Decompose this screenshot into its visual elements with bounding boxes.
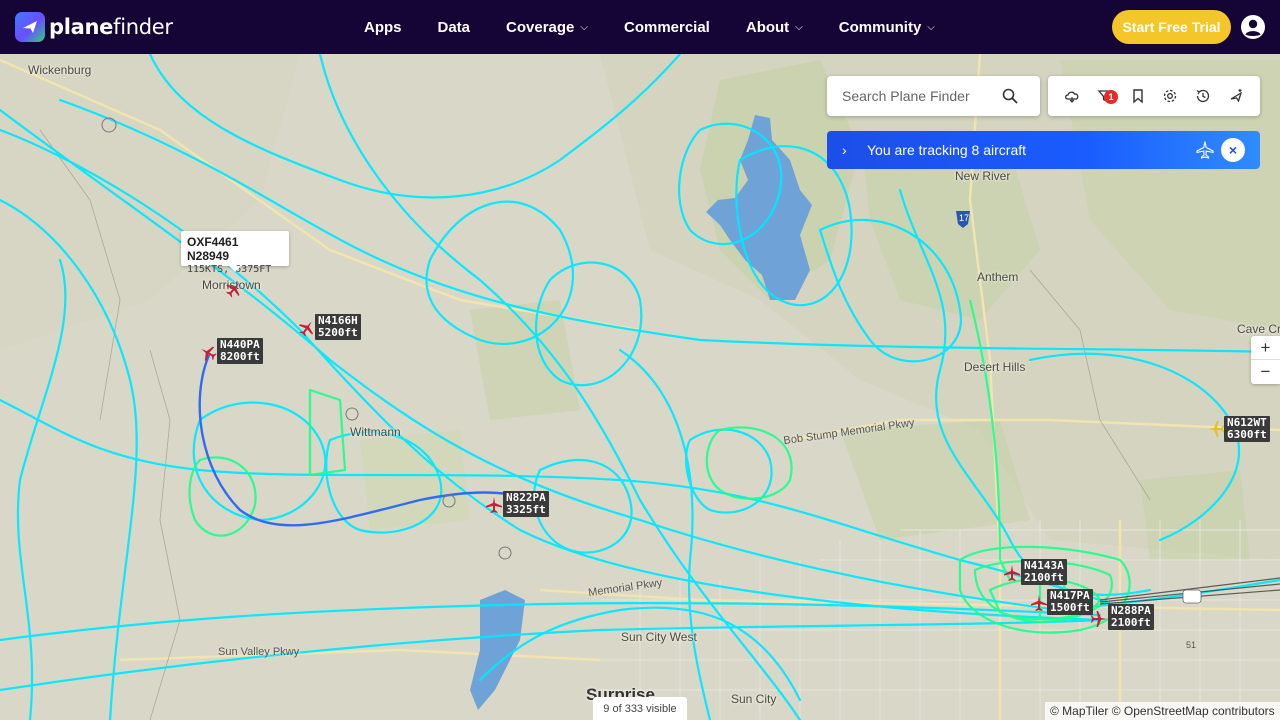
tracking-bar[interactable]: › You are tracking 8 aircraft × <box>827 131 1260 169</box>
logo-plane-icon <box>15 12 45 42</box>
aircraft-n822pa[interactable] <box>485 496 503 514</box>
flight-map[interactable]: Wickenburg Morristown Wittmann New River… <box>0 54 1280 720</box>
tooltip-title: OXF4461 N28949 <box>187 235 239 263</box>
zoom-in-button[interactable]: + <box>1251 336 1280 360</box>
aircraft-tooltip[interactable]: OXF4461 N28949 115KTS, 6375FT <box>181 231 289 275</box>
visible-count: 9 of 333 visible <box>593 697 687 720</box>
aircraft-label-n417pa[interactable]: N417PA 1500ft <box>1047 589 1093 615</box>
aircraft-label-n440pa[interactable]: N440PA 8200ft <box>217 338 263 364</box>
place-cave-creek: Cave Cre <box>1237 322 1280 336</box>
settings-icon[interactable] <box>1159 85 1181 107</box>
nav-data[interactable]: Data <box>438 19 471 36</box>
chevron-down-icon: ⌵ <box>795 21 803 33</box>
aircraft-n4143a[interactable] <box>1003 564 1021 582</box>
aircraft-label-n822pa[interactable]: N822PA 3325ft <box>503 491 549 517</box>
place-desert-hills: Desert Hills <box>964 360 1026 374</box>
aircraft-n417pa[interactable] <box>1030 594 1048 612</box>
weather-icon[interactable] <box>1061 85 1083 107</box>
aircraft-n288pa[interactable] <box>1090 610 1108 628</box>
filter-icon[interactable]: 1 <box>1094 85 1118 107</box>
highway-shield-i17: 17 <box>959 213 970 223</box>
chevron-right-icon[interactable]: › <box>842 142 854 158</box>
close-tracking-button[interactable]: × <box>1221 138 1245 162</box>
main-menu: Apps Data Coverage ⌵ Commercial About ⌵ Co… <box>346 0 953 54</box>
search-input[interactable] <box>842 88 1002 104</box>
tooltip-detail: 115KTS, 6375FT <box>187 264 272 275</box>
nav-commercial[interactable]: Commercial <box>624 19 710 36</box>
road-label-sun-valley: Sun Valley Pkwy <box>218 646 300 658</box>
place-wickenburg: Wickenburg <box>28 63 92 77</box>
map-toolbar: 1 <box>1048 76 1260 116</box>
aircraft-label-n612wt[interactable]: N612WT 6300ft <box>1224 416 1270 442</box>
chevron-down-icon: ⌵ <box>580 21 588 33</box>
tracking-text: You are tracking 8 aircraft <box>867 142 1027 158</box>
bookmark-icon[interactable] <box>1127 85 1149 107</box>
logo-wordmark: planefinder <box>49 15 173 39</box>
place-anthem: Anthem <box>977 270 1019 284</box>
nav-apps[interactable]: Apps <box>364 19 402 36</box>
search-box <box>827 76 1040 116</box>
chevron-down-icon: ⌵ <box>927 21 935 33</box>
search-icon[interactable] <box>1002 88 1018 104</box>
nav-coverage[interactable]: Coverage ⌵ <box>506 19 588 36</box>
history-icon[interactable] <box>1192 85 1214 107</box>
place-sun-city: Sun City <box>731 692 777 706</box>
map-attribution[interactable]: © MapTiler © OpenStreetMap contributors <box>1045 702 1280 720</box>
zoom-out-button[interactable]: − <box>1251 360 1280 384</box>
nav-about[interactable]: About ⌵ <box>746 19 803 36</box>
user-circle-icon[interactable] <box>1241 15 1265 39</box>
top-nav: planefinder Apps Data Coverage ⌵ Commerci… <box>0 0 1280 54</box>
aircraft-label-n4143a[interactable]: N4143A 2100ft <box>1021 559 1067 585</box>
place-wittmann: Wittmann <box>350 425 401 439</box>
filter-badge: 1 <box>1103 90 1118 104</box>
nav-community[interactable]: Community ⌵ <box>839 19 935 36</box>
planefinder-logo[interactable]: planefinder <box>15 12 173 42</box>
start-free-trial-button[interactable]: Start Free Trial <box>1112 10 1231 44</box>
highway-shield-51: 51 <box>1186 640 1197 650</box>
place-new-river: New River <box>955 169 1011 183</box>
aircraft-label-n288pa[interactable]: N288PA 2100ft <box>1108 604 1154 630</box>
ar-plane-icon[interactable] <box>1225 85 1247 107</box>
aircraft-label-n4166h[interactable]: N4166H 5200ft <box>315 314 361 340</box>
plane-outline-icon <box>1196 141 1214 159</box>
place-sun-city-west: Sun City West <box>621 630 697 644</box>
zoom-control: + − <box>1251 336 1280 384</box>
aircraft-n612wt[interactable] <box>1207 420 1225 438</box>
